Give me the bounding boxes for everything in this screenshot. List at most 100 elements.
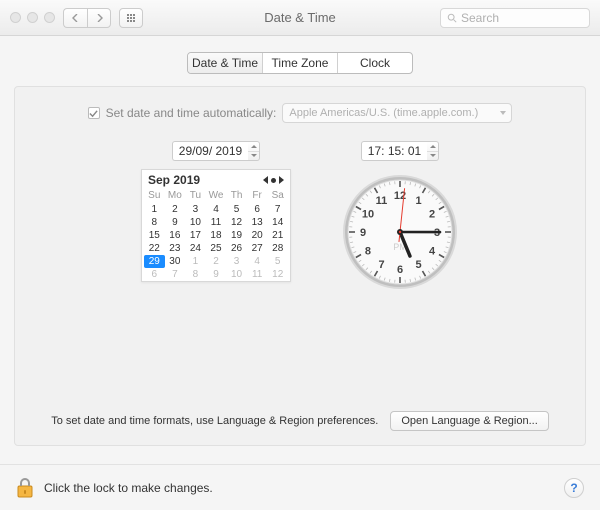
calendar-day[interactable]: 23 <box>165 242 186 255</box>
svg-text:11: 11 <box>376 195 388 207</box>
calendar-today-button[interactable] <box>271 178 276 183</box>
calendar-day[interactable]: 20 <box>247 229 268 242</box>
footer: Click the lock to make changes. ? <box>0 464 600 510</box>
analog-clock: 123456789101112PM <box>341 173 459 291</box>
calendar-day[interactable]: 12 <box>267 268 288 281</box>
calendar-day[interactable]: 19 <box>226 229 247 242</box>
calendar-day[interactable]: 11 <box>247 268 268 281</box>
chevron-right-icon <box>95 14 103 22</box>
date-column: 29/09/ 2019 Sep 2019 <box>141 141 291 282</box>
nav-back-button[interactable] <box>63 8 87 28</box>
check-icon <box>89 109 98 118</box>
calendar-prev-button[interactable] <box>263 176 268 184</box>
search-input[interactable]: Search <box>440 8 590 28</box>
date-field-value: 29/09/ 2019 <box>172 141 248 161</box>
calendar-day[interactable]: 11 <box>206 216 227 229</box>
time-field-value: 17: 15: 01 <box>361 141 427 161</box>
calendar-day[interactable]: 1 <box>185 255 206 268</box>
calendar-day[interactable]: 1 <box>144 203 165 216</box>
content-area: Date & Time Time Zone Clock Set date and… <box>0 36 600 446</box>
calendar-day[interactable]: 10 <box>226 268 247 281</box>
stepper-up-button[interactable] <box>427 142 438 152</box>
calendar-day[interactable]: 4 <box>206 203 227 216</box>
calendar-day[interactable]: 21 <box>267 229 288 242</box>
nav-back-forward <box>63 8 111 28</box>
calendar-day[interactable]: 30 <box>165 255 186 268</box>
svg-text:8: 8 <box>365 246 371 258</box>
calendar-day[interactable]: 17 <box>185 229 206 242</box>
calendar-day[interactable]: 2 <box>165 203 186 216</box>
calendar-day[interactable]: 27 <box>247 242 268 255</box>
svg-text:9: 9 <box>360 227 366 239</box>
stepper-down-button[interactable] <box>248 152 259 161</box>
view-tabs: Date & Time Time Zone Clock <box>187 52 413 74</box>
calendar-day[interactable]: 26 <box>226 242 247 255</box>
formats-hint: To set date and time formats, use Langua… <box>51 415 378 427</box>
calendar-day[interactable]: 7 <box>267 203 288 216</box>
calendar-day[interactable]: 6 <box>144 268 165 281</box>
tab-clock[interactable]: Clock <box>338 53 412 73</box>
auto-set-row: Set date and time automatically: Apple A… <box>35 103 565 123</box>
calendar-day[interactable]: 10 <box>185 216 206 229</box>
svg-text:2: 2 <box>429 209 435 221</box>
time-field[interactable]: 17: 15: 01 <box>361 141 439 161</box>
calendar-nav <box>263 176 284 184</box>
calendar-day[interactable]: 25 <box>206 242 227 255</box>
calendar-day[interactable]: 18 <box>206 229 227 242</box>
date-time-columns: 29/09/ 2019 Sep 2019 <box>35 141 565 291</box>
date-field[interactable]: 29/09/ 2019 <box>172 141 260 161</box>
calendar-day[interactable]: 5 <box>267 255 288 268</box>
calendar-day[interactable]: 4 <box>247 255 268 268</box>
calendar-day[interactable]: 3 <box>185 203 206 216</box>
date-stepper[interactable] <box>248 141 260 161</box>
settings-panel: Set date and time automatically: Apple A… <box>14 86 586 446</box>
auto-set-label: Set date and time automatically: <box>106 106 277 120</box>
calendar-day[interactable]: 14 <box>267 216 288 229</box>
calendar-day[interactable]: 13 <box>247 216 268 229</box>
chevron-left-icon <box>72 14 80 22</box>
calendar-day[interactable]: 29 <box>144 255 165 268</box>
search-placeholder: Search <box>461 11 499 25</box>
calendar-day[interactable]: 3 <box>226 255 247 268</box>
close-window-button[interactable] <box>10 12 21 23</box>
calendar-day[interactable]: 24 <box>185 242 206 255</box>
nav-forward-button[interactable] <box>87 8 111 28</box>
calendar-day[interactable]: 16 <box>165 229 186 242</box>
tab-date-and-time[interactable]: Date & Time <box>188 53 263 73</box>
calendar-day[interactable]: 7 <box>165 268 186 281</box>
svg-text:4: 4 <box>429 246 436 258</box>
titlebar: Date & Time Search <box>0 0 600 36</box>
calendar-day[interactable]: 9 <box>165 216 186 229</box>
calendar-body: 1234567891011121314151617181920212223242… <box>142 203 290 281</box>
auto-set-checkbox[interactable] <box>88 107 100 119</box>
tab-time-zone[interactable]: Time Zone <box>263 53 338 73</box>
calendar-day[interactable]: 8 <box>144 216 165 229</box>
open-language-region-button[interactable]: Open Language & Region... <box>390 411 548 431</box>
calendar-day[interactable]: 12 <box>226 216 247 229</box>
calendar-day[interactable]: 22 <box>144 242 165 255</box>
calendar-day[interactable]: 8 <box>185 268 206 281</box>
stepper-down-button[interactable] <box>427 152 438 161</box>
time-stepper[interactable] <box>427 141 439 161</box>
lock-text: Click the lock to make changes. <box>44 481 213 495</box>
calendar-dow-row: Su Mo Tu We Th Fr Sa <box>142 189 290 203</box>
calendar-day[interactable]: 9 <box>206 268 227 281</box>
search-icon <box>447 13 457 23</box>
calendar-day[interactable]: 2 <box>206 255 227 268</box>
chevron-down-icon <box>500 111 506 115</box>
lock-icon[interactable] <box>16 477 34 499</box>
minimize-window-button[interactable] <box>27 12 38 23</box>
calendar-next-button[interactable] <box>279 176 284 184</box>
svg-text:6: 6 <box>397 264 403 276</box>
calendar-month-label: Sep 2019 <box>148 173 200 187</box>
show-all-preferences-button[interactable] <box>119 8 143 28</box>
zoom-window-button[interactable] <box>44 12 55 23</box>
calendar-day[interactable]: 28 <box>267 242 288 255</box>
calendar-day[interactable]: 5 <box>226 203 247 216</box>
grid-icon <box>127 14 135 22</box>
calendar-day[interactable]: 6 <box>247 203 268 216</box>
calendar-day[interactable]: 15 <box>144 229 165 242</box>
time-server-select[interactable]: Apple Americas/U.S. (time.apple.com.) <box>282 103 512 123</box>
help-button[interactable]: ? <box>564 478 584 498</box>
stepper-up-button[interactable] <box>248 142 259 152</box>
